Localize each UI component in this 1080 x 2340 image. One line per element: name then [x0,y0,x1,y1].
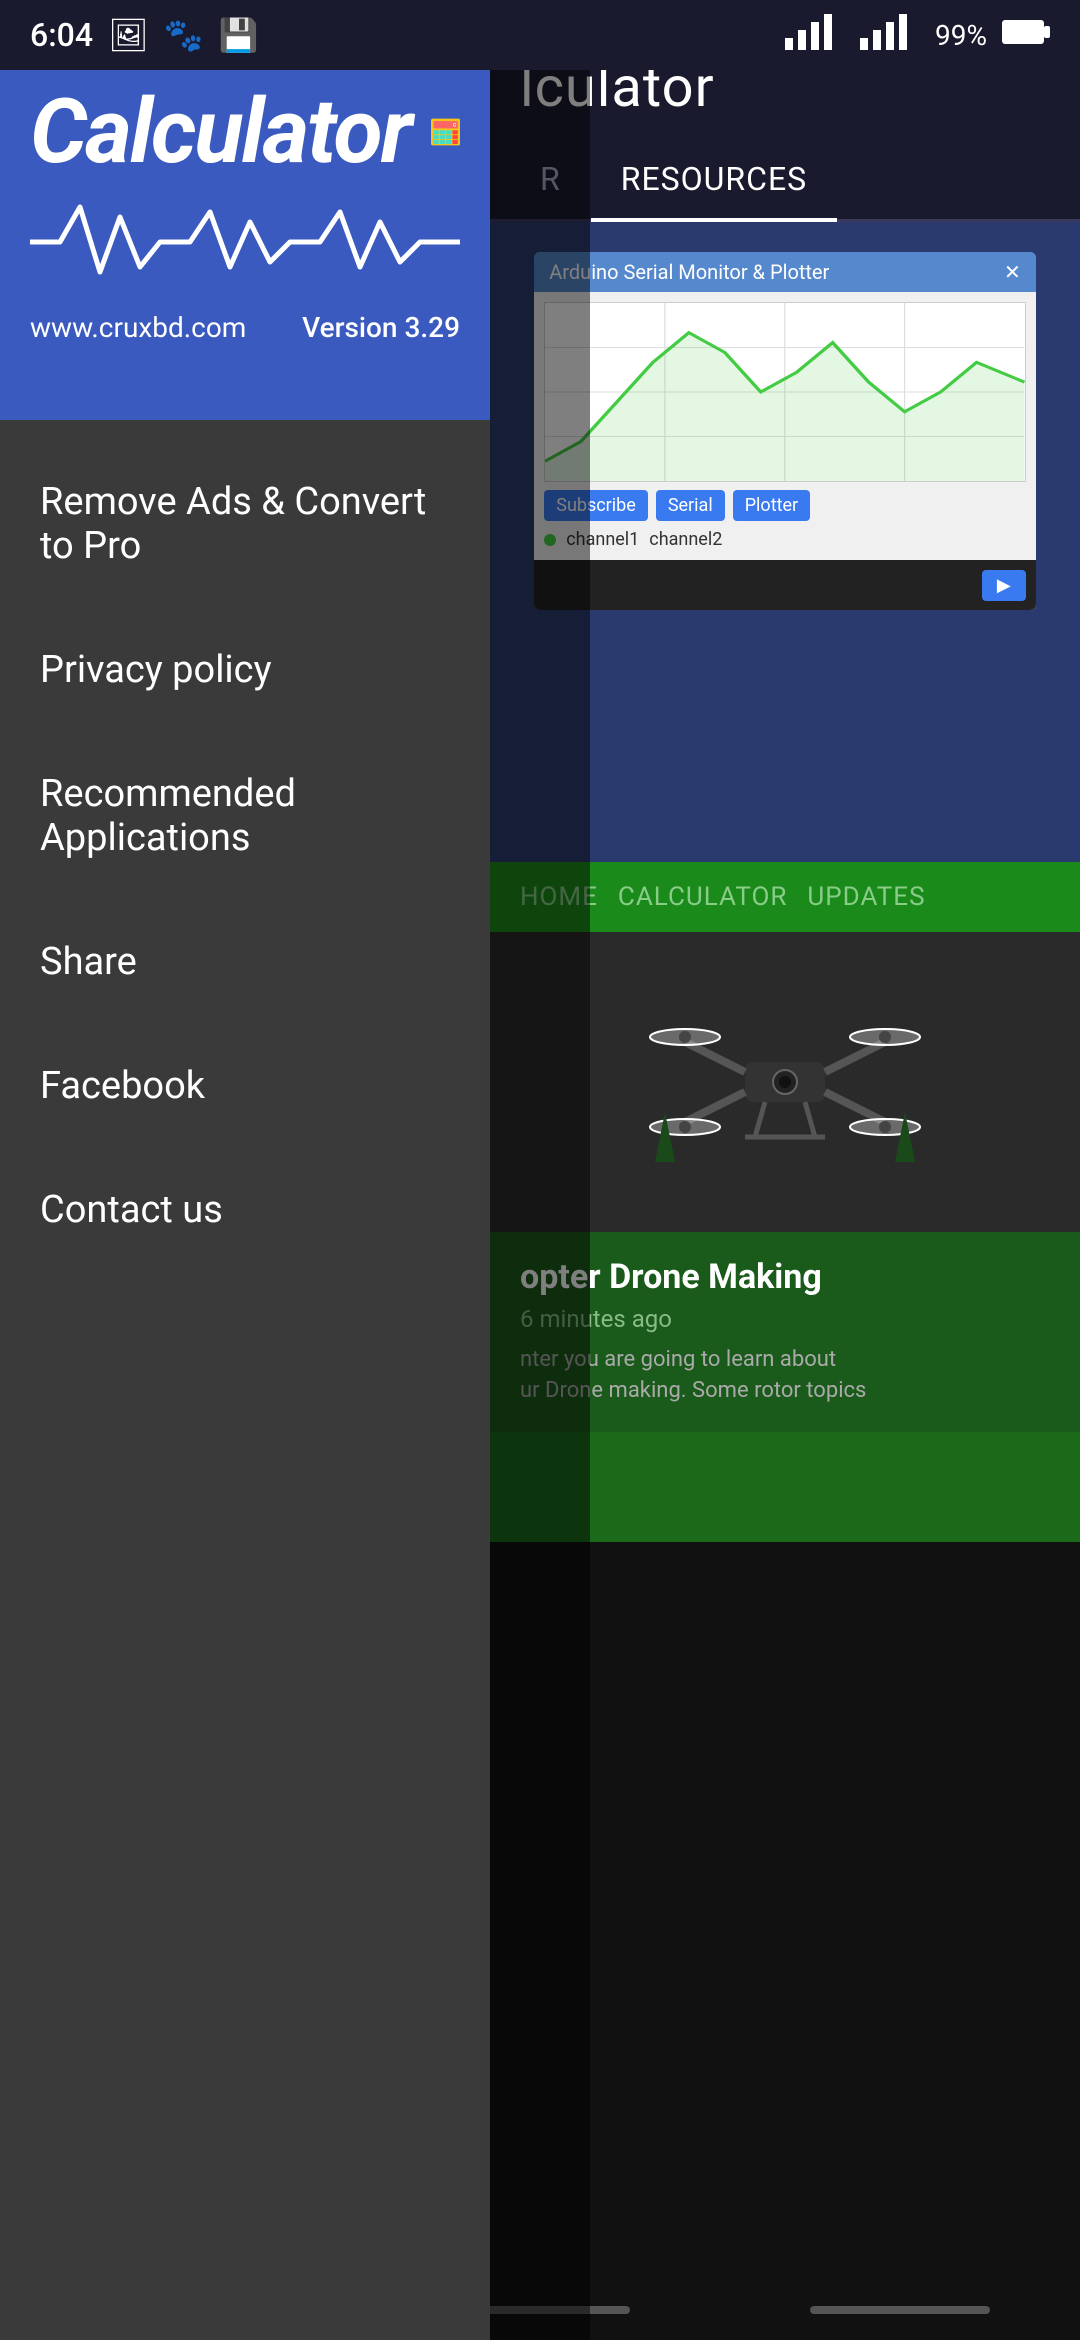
menu-item-recommended-apps[interactable]: Recommended Applications [0,732,490,900]
signal-icon [785,14,845,57]
arduino-body: Subscribe Serial Plotter channel1 channe… [534,292,1036,560]
tab-resources[interactable]: RESOURCES [591,140,837,222]
menu-item-share-label: Share [40,940,137,984]
status-right: 99% [785,14,1050,57]
status-left: 6:04 🖼 🐾 💾 [30,16,258,54]
storage-icon: 💾 [218,16,258,54]
menu-item-facebook-label: Facebook [40,1064,205,1108]
waveform [30,197,460,291]
menu-item-share[interactable]: Share [0,900,490,1024]
arduino-controls: Subscribe Serial Plotter [544,490,1026,521]
website-text: www.cruxbd.com [30,311,246,344]
drawer-menu: Remove Ads & Convert to Pro Privacy poli… [0,420,490,1292]
drone-card-text: nter you are going to learn aboutur Dron… [520,1345,1050,1407]
status-bar: 6:04 🖼 🐾 💾 99% [0,0,1080,70]
calculator-icon: C [431,77,460,187]
status-time: 6:04 [30,16,93,54]
menu-item-contact-us[interactable]: Contact us [0,1148,490,1272]
gallery-icon: 🖼 [108,16,149,54]
version-text: Version 3.29 [302,311,460,344]
header-top-row: Calculator C [30,77,460,187]
menu-item-privacy-policy[interactable]: Privacy policy [0,608,490,732]
arduino-graph-area [544,302,1026,482]
drawer: Calculator C [0,0,490,2340]
menu-item-contact-us-label: Contact us [40,1188,223,1232]
channel2-label: channel2 [649,529,722,550]
drone-card-title: opter Drone Making [520,1257,1050,1297]
arduino-bottom-row: channel1 channel2 [544,529,1026,550]
menu-item-remove-ads-label: Remove Ads & Convert to Pro [40,480,450,568]
arduino-dark-bar: ▶ [534,560,1036,610]
drone-tab-calc[interactable]: CALCULATOR [618,882,787,912]
user-icon: 🐾 [164,16,204,54]
battery-percentage: 99% [935,19,987,52]
app-logo-text: Calculator [30,79,411,184]
signal-icon-2 [860,14,920,57]
nav-pill-recents[interactable] [810,2306,990,2314]
arduino-top-bar: Arduino Serial Monitor & Plotter ✕ [534,252,1036,292]
drone-tab-updates[interactable]: UPDATES [807,882,925,912]
serial-btn[interactable]: Serial [656,490,725,521]
battery-icon [1002,18,1050,53]
menu-item-recommended-apps-label: Recommended Applications [40,772,450,860]
drone-card-subtitle: 6 minutes ago [520,1305,1050,1333]
arduino-title: Arduino Serial Monitor & Plotter [549,260,829,284]
arduino-container: Arduino Serial Monitor & Plotter ✕ [534,252,1036,610]
menu-item-remove-ads[interactable]: Remove Ads & Convert to Pro [0,440,490,608]
send-btn[interactable]: ▶ [982,570,1026,601]
drone-illustration [635,982,935,1182]
drawer-overlay[interactable] [490,0,590,2340]
header-footer-row: www.cruxbd.com Version 3.29 [30,311,460,344]
menu-item-privacy-policy-label: Privacy policy [40,648,272,692]
menu-item-facebook[interactable]: Facebook [0,1024,490,1148]
plotter-btn[interactable]: Plotter [733,490,810,521]
arduino-close: ✕ [1004,260,1021,284]
